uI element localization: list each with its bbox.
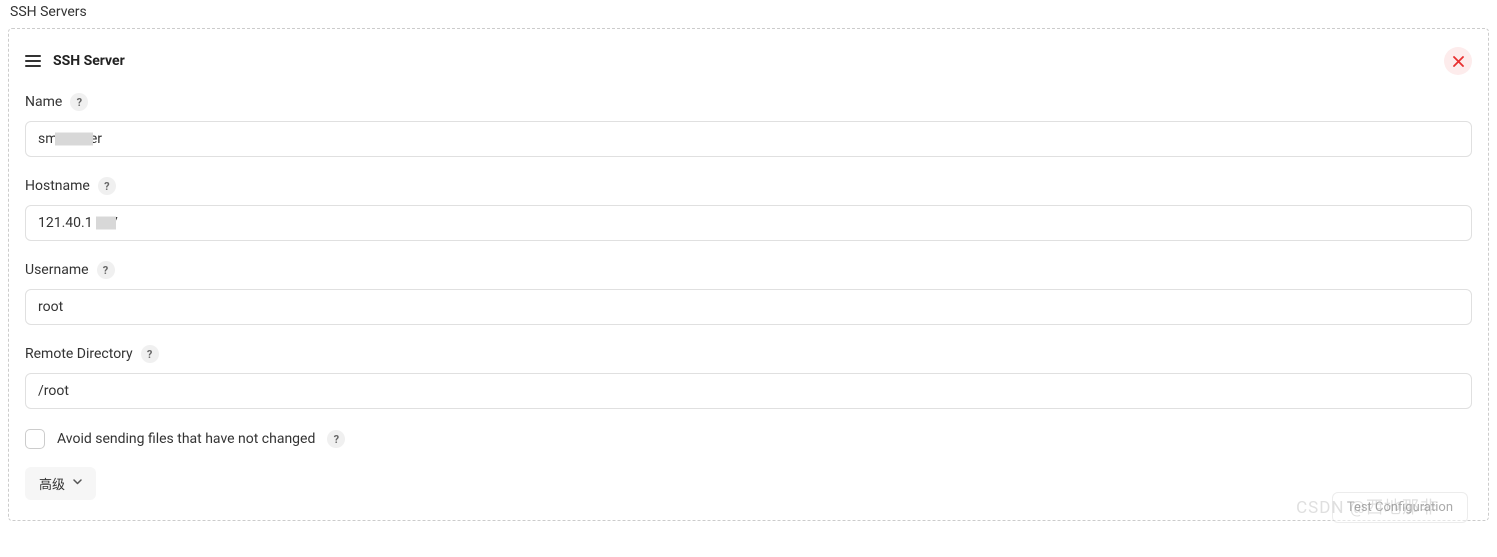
chevron-down-icon	[73, 479, 82, 488]
avoid-unchanged-row: Avoid sending files that have not change…	[25, 429, 1472, 449]
panel-header-left: SSH Server	[25, 53, 125, 69]
help-icon[interactable]: ?	[70, 93, 88, 111]
advanced-button-label: 高级	[39, 474, 65, 493]
username-field-group: Username ?	[25, 261, 1472, 325]
redacted-segment	[96, 217, 116, 230]
help-icon[interactable]: ?	[97, 261, 115, 279]
remove-server-button[interactable]	[1444, 47, 1472, 75]
username-label: Username	[25, 262, 89, 278]
avoid-unchanged-label: Avoid sending files that have not change…	[57, 431, 315, 447]
panel-header: SSH Server	[25, 47, 1472, 75]
help-icon[interactable]: ?	[98, 177, 116, 195]
help-icon[interactable]: ?	[327, 430, 345, 448]
username-input[interactable]	[25, 289, 1472, 325]
redacted-segment	[55, 133, 93, 146]
test-configuration-button[interactable]: Test Configuration	[1332, 492, 1468, 523]
drag-handle-icon[interactable]	[25, 55, 41, 67]
ssh-server-panel: SSH Server Name ? Hostname ? Username ?	[8, 28, 1489, 521]
name-field-group: Name ?	[25, 93, 1472, 157]
remote-directory-field-group: Remote Directory ?	[25, 345, 1472, 409]
name-label: Name	[25, 94, 62, 110]
name-input[interactable]	[25, 121, 1472, 157]
help-icon[interactable]: ?	[141, 345, 159, 363]
avoid-unchanged-checkbox[interactable]	[25, 429, 45, 449]
hostname-label: Hostname	[25, 178, 90, 194]
remote-directory-input[interactable]	[25, 373, 1472, 409]
panel-title: SSH Server	[53, 53, 125, 69]
close-icon	[1453, 56, 1464, 67]
hostname-field-group: Hostname ?	[25, 177, 1472, 241]
remote-directory-label: Remote Directory	[25, 346, 133, 362]
advanced-button[interactable]: 高级	[25, 467, 96, 500]
hostname-input[interactable]	[25, 205, 1472, 241]
page-title: SSH Servers	[0, 0, 1497, 28]
